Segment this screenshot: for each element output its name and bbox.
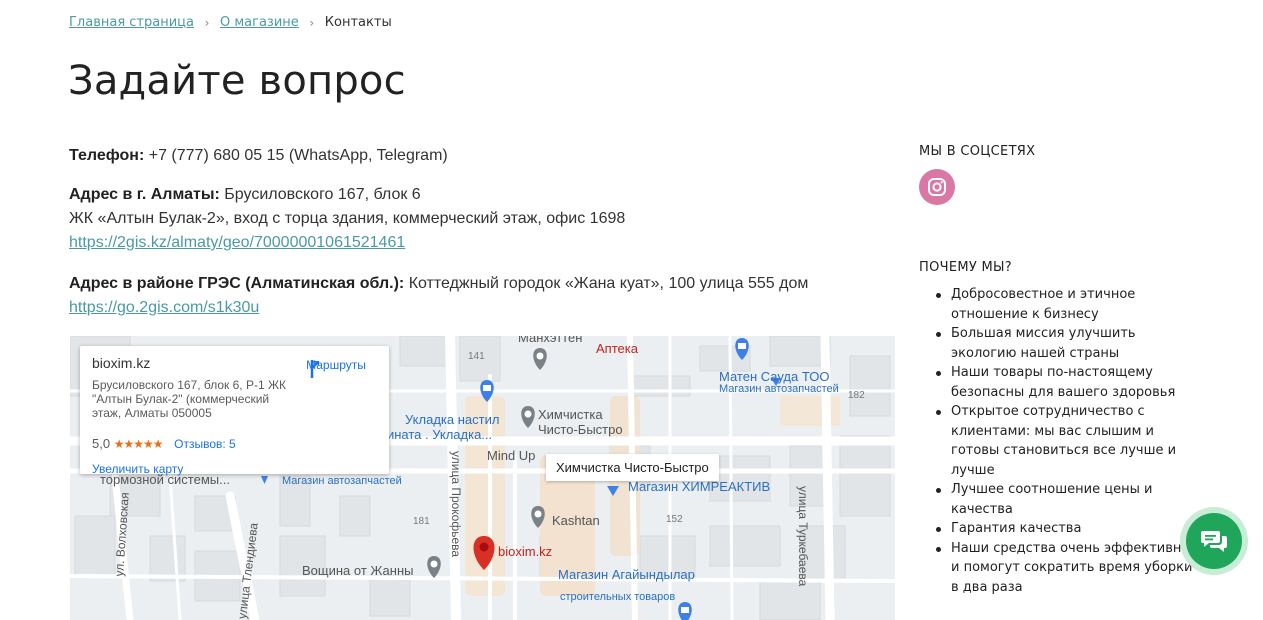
map-label-turkebaeva: улица Туркебаева xyxy=(796,486,810,587)
almaty-address: Адрес в г. Алматы: Брусиловского 167, бл… xyxy=(69,183,625,255)
gres-label: Адрес в районе ГРЭС (Алматинская обл.): xyxy=(69,275,405,292)
map-label-agaiyndylar: Магазин Агайындылар xyxy=(558,567,695,582)
map-label-kashtan: Kashtan xyxy=(552,513,600,528)
place-address: Брусиловского 167, блок 6, Р-1 ЖК "Алтын… xyxy=(92,378,287,420)
chat-button[interactable] xyxy=(1180,507,1248,575)
why-us-item: Большая миссия улучшить экологию нашей с… xyxy=(933,324,1193,363)
chat-bubbles-icon xyxy=(1201,531,1227,552)
map-label-voshchina: Вощина от Жанны xyxy=(302,563,414,578)
chevron-right-icon: › xyxy=(204,15,210,30)
instagram-button[interactable] xyxy=(919,169,955,205)
social-title: Мы в соцсетях xyxy=(919,144,1036,159)
map-label-building-goods: строительных товаров xyxy=(560,591,676,603)
map-label-himchistka2: Чисто-Быстро xyxy=(538,422,623,437)
rating-stars-icon: ★★★★★ xyxy=(113,437,164,451)
why-us-list: Добросовестное и этичное отношение к биз… xyxy=(933,285,1193,597)
map-label-bioxim: bioxim.kz xyxy=(498,544,553,559)
almaty-2gis-link[interactable]: https://2gis.kz/almaty/geo/7000000106152… xyxy=(69,234,405,251)
map-tooltip: Химчистка Чисто-Быстро xyxy=(546,454,719,481)
map-label-ukladka2: мината . Укладка... xyxy=(378,427,493,442)
breadcrumb-home-link[interactable]: Главная страница xyxy=(69,15,194,30)
phone-line: Телефон: +7 (777) 680 05 15 (WhatsApp, T… xyxy=(69,144,448,168)
place-rating: 5,0 ★★★★★ Отзывов: 5 xyxy=(92,436,236,451)
almaty-label: Адрес в г. Алматы: xyxy=(69,186,220,203)
map-label-152: 152 xyxy=(666,514,683,525)
why-us-title: Почему мы? xyxy=(919,260,1012,275)
directions-button[interactable]: Маршруты xyxy=(301,358,371,378)
gres-address: Адрес в районе ГРЭС (Алматинская обл.): … xyxy=(69,272,808,320)
why-us-item: Открытое сотрудничество с клиентами: мы … xyxy=(933,402,1193,480)
why-us-item: Гарантия качества xyxy=(933,519,1193,539)
gres-2gis-link[interactable]: https://go.2gis.com/s1k30u xyxy=(69,299,259,316)
breadcrumb-current: Контакты xyxy=(324,15,392,30)
reviews-link[interactable]: Отзывов: 5 xyxy=(174,437,236,451)
map-label-181: 181 xyxy=(413,516,430,527)
phone-value: +7 (777) 680 05 15 (WhatsApp, Telegram) xyxy=(148,147,448,164)
instagram-icon xyxy=(928,178,946,196)
why-us-item: Добросовестное и этичное отношение к биз… xyxy=(933,285,1193,324)
map-label-auto-parts-2: Магазин автозапчастей xyxy=(282,475,402,487)
map-label-pharmacy: Аптека xyxy=(596,341,638,356)
embedded-map[interactable]: Манхэттен Аптека 141 Матен Сауда ТОО Маг… xyxy=(70,336,895,620)
map-place-card: bioxim.kz Брусиловского 167, блок 6, Р-1… xyxy=(80,346,389,476)
almaty-line2: ЖК «Алтын Булак-2», вход с торца здания,… xyxy=(69,210,626,227)
breadcrumb: Главная страница › О магазине › Контакты xyxy=(69,15,392,30)
why-us-item: Лучшее соотношение цены и качества xyxy=(933,480,1193,519)
rating-value: 5,0 xyxy=(92,436,111,451)
enlarge-map-link[interactable]: Увеличить карту xyxy=(92,462,183,476)
why-us-item: Наши средства очень эффективны и помогут… xyxy=(933,539,1193,598)
chevron-right-icon: › xyxy=(309,15,315,30)
map-label-himreaktiv: Магазин ХИМРЕАКТИВ xyxy=(628,479,771,494)
map-label-ukladka1: Укладка настил xyxy=(405,412,500,427)
map-label-182: 182 xyxy=(848,390,865,401)
map-label-himchistka1: Химчистка xyxy=(538,407,603,422)
page-title: Задайте вопрос xyxy=(68,58,406,104)
breadcrumb-about-link[interactable]: О магазине xyxy=(220,15,299,30)
map-label-maten: Матен Сауда ТОО xyxy=(719,369,830,384)
almaty-line1: Брусиловского 167, блок 6 xyxy=(224,186,421,203)
directions-icon xyxy=(310,360,319,378)
map-label-manhattan: Манхэттен xyxy=(518,336,583,345)
phone-label: Телефон: xyxy=(69,147,145,164)
why-us-item: Наши товары по-настоящему безопасны для … xyxy=(933,363,1193,402)
map-label-prokofeva: улица Прокофьева xyxy=(449,451,463,558)
gres-value: Коттеджный городок «Жана куат», 100 улиц… xyxy=(408,275,809,292)
map-label-141: 141 xyxy=(468,351,485,362)
map-label-mindup: Mind Up xyxy=(487,448,536,463)
chat-button-inner xyxy=(1186,513,1242,569)
map-label-auto-parts: Магазин автозапчастей xyxy=(719,383,839,395)
